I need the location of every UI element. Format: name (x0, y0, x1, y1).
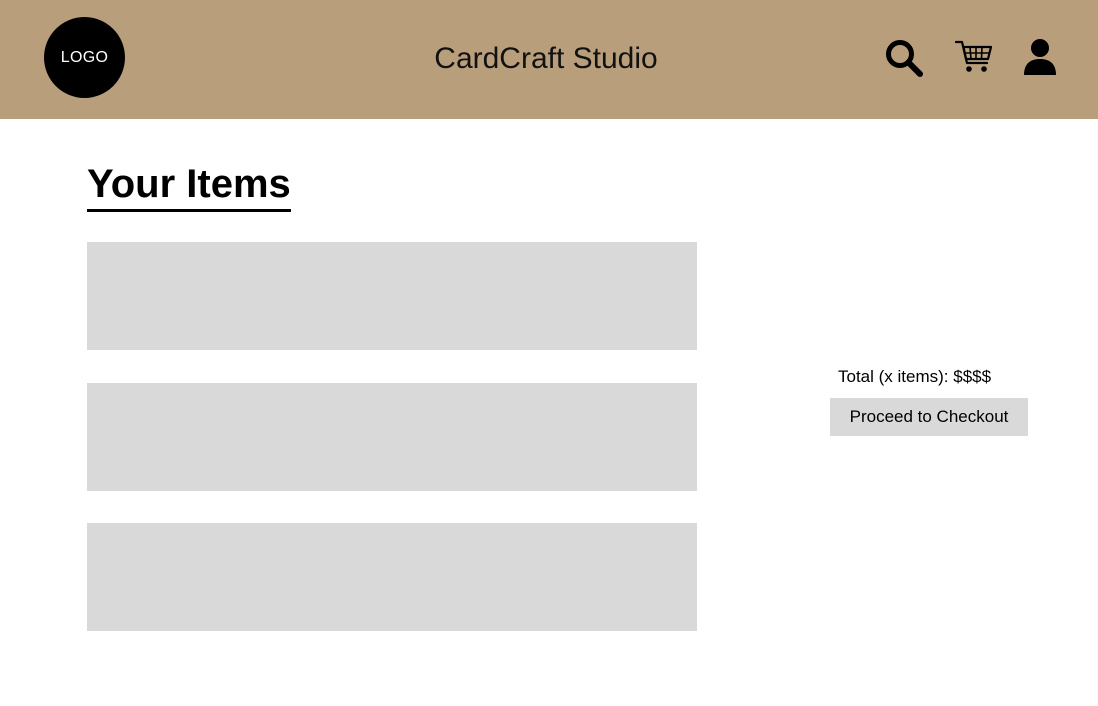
user-icon (1024, 39, 1056, 75)
search-icon (886, 40, 923, 77)
account-button[interactable] (1022, 38, 1058, 76)
cart-button[interactable] (955, 38, 993, 76)
checkout-button[interactable]: Proceed to Checkout (830, 398, 1028, 436)
cart-item[interactable] (87, 383, 697, 491)
page-title: Your Items (87, 160, 291, 212)
cart-page: LOGO CardCraft Studio Your Items Total (… (0, 0, 1098, 706)
cart-item[interactable] (87, 523, 697, 631)
cart-icon (955, 40, 993, 72)
site-header: LOGO CardCraft Studio (0, 0, 1098, 119)
site-title: CardCraft Studio (434, 42, 658, 75)
cart-item[interactable] (87, 242, 697, 350)
search-button[interactable] (884, 38, 924, 78)
order-total: Total (x items): $$$$ (838, 367, 992, 386)
